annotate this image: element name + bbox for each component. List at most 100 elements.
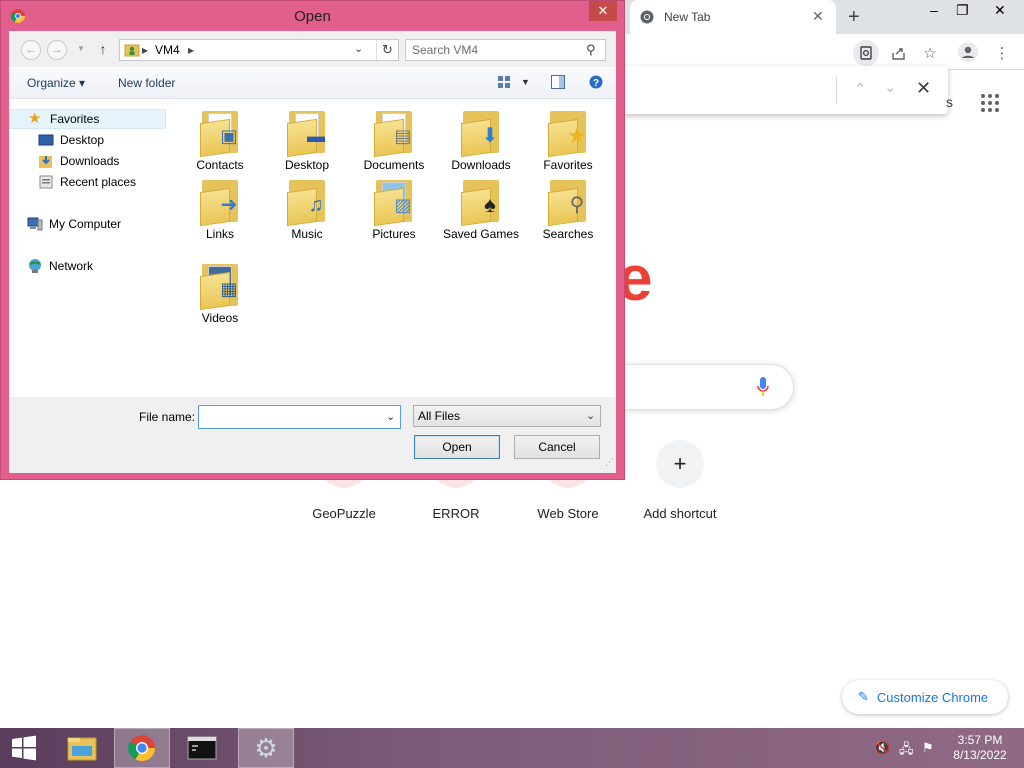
apps-link-fragment[interactable]: s: [946, 94, 953, 110]
nav-favorites-label: Favorites: [50, 112, 100, 126]
refresh-icon[interactable]: ↻: [376, 40, 398, 60]
file-type-select[interactable]: All Files ⌄: [413, 405, 601, 427]
forward-button[interactable]: →: [47, 40, 67, 60]
nav-desktop[interactable]: Desktop: [9, 130, 104, 150]
tab-close-icon[interactable]: ✕: [812, 8, 824, 25]
new-folder-button[interactable]: New folder: [118, 76, 175, 90]
file-name-combobox[interactable]: ⌄: [198, 405, 401, 429]
taskbar-command-prompt[interactable]: [174, 728, 230, 768]
file-type-dropdown-icon: ⌄: [586, 410, 596, 422]
folder-label: Desktop: [284, 158, 330, 172]
shortcut-label: Add shortcut: [643, 506, 717, 521]
file-name-dropdown-icon[interactable]: ⌄: [386, 410, 395, 423]
restore-button[interactable]: ❐: [956, 2, 969, 19]
dialog-title: Open: [294, 8, 331, 25]
cancel-button[interactable]: Cancel: [514, 435, 600, 459]
folder-item-contacts[interactable]: ▣ Contacts: [177, 109, 263, 173]
dialog-titlebar[interactable]: Open ✕: [1, 1, 624, 31]
up-arrow-icon[interactable]: ↑: [93, 40, 113, 60]
organize-chevron-icon: ▾: [79, 76, 86, 90]
customize-chrome-button[interactable]: ✎ Customize Chrome: [842, 680, 1008, 714]
videos-folder-icon: ▦: [200, 262, 240, 311]
organize-label: Organize: [27, 76, 76, 90]
customize-label: Customize Chrome: [876, 689, 989, 705]
contacts-folder-icon: ▣: [200, 109, 240, 158]
recent-locations-chevron-icon[interactable]: ▼: [71, 40, 91, 60]
change-view-icon[interactable]: [497, 75, 511, 89]
start-button[interactable]: [0, 728, 48, 768]
close-window-button[interactable]: ✕: [994, 2, 1006, 19]
minimize-button[interactable]: –: [930, 2, 938, 18]
find-close-icon[interactable]: ✕: [916, 78, 931, 99]
resize-grip-icon[interactable]: ⋰: [605, 457, 615, 467]
tab-title: New Tab: [664, 10, 711, 24]
folder-item-favorites[interactable]: ★ Favorites: [525, 109, 611, 173]
plus-icon: +: [656, 440, 704, 488]
downloads-folder-icon: ⬇: [461, 109, 501, 158]
favorites-star-icon: ★: [28, 110, 42, 127]
saved-games-folder-icon: ♠: [461, 178, 501, 227]
folder-item-desktop[interactable]: ▬ Desktop: [264, 109, 350, 173]
pencil-icon: ✎: [858, 689, 869, 704]
profile-avatar-icon[interactable]: [958, 42, 978, 62]
nav-recent-places[interactable]: Recent places: [9, 172, 136, 192]
find-bar: ⌃ ⌄ ✕: [620, 66, 948, 114]
pictures-folder-icon: ▨: [374, 178, 414, 227]
folder-label: Searches: [542, 227, 594, 241]
file-name-input[interactable]: [199, 406, 379, 428]
folder-label: Pictures: [372, 227, 416, 241]
add-shortcut-tile[interactable]: + Add shortcut: [624, 440, 736, 521]
folder-item-music[interactable]: ♫ Music: [264, 178, 350, 242]
address-bar[interactable]: ▸ VM4 ▸ ⌄ ↻: [119, 39, 399, 61]
folder-item-documents[interactable]: ▤ Documents: [351, 109, 437, 173]
back-button[interactable]: ←: [21, 40, 41, 60]
share-icon[interactable]: [888, 43, 908, 63]
taskbar-file-explorer[interactable]: [54, 728, 110, 768]
find-next-icon[interactable]: ⌄: [884, 78, 897, 96]
nav-network[interactable]: Network: [9, 256, 93, 276]
nav-my-computer[interactable]: My Computer: [9, 214, 121, 234]
dialog-close-button[interactable]: ✕: [589, 1, 617, 21]
chrome-tab-new-tab[interactable]: New Tab ✕: [630, 0, 836, 34]
nav-favorites[interactable]: ★ Favorites: [9, 109, 166, 129]
nav-computer-label: My Computer: [49, 217, 122, 231]
volume-muted-icon[interactable]: 🔇: [874, 740, 890, 756]
nav-desktop-label: Desktop: [60, 133, 105, 147]
new-tab-button[interactable]: +: [848, 6, 860, 29]
breadcrumb-chevron-icon[interactable]: ▸: [188, 43, 194, 57]
google-apps-icon[interactable]: [981, 94, 999, 112]
view-options-chevron-icon[interactable]: ▼: [521, 77, 530, 87]
file-name-pane: File name: ⌄ All Files ⌄ Open Cancel ⋰: [9, 397, 616, 473]
address-dropdown-icon[interactable]: ⌄: [354, 42, 363, 55]
breadcrumb-vm4[interactable]: VM4: [155, 43, 180, 57]
file-type-value: All Files: [418, 409, 461, 423]
search-field[interactable]: ⚲: [405, 39, 606, 61]
desktop-folder-icon: ▬: [287, 109, 327, 158]
folder-item-links[interactable]: ➜ Links: [177, 178, 263, 242]
folder-item-saved-games[interactable]: ♠ Saved Games: [438, 178, 524, 242]
preview-pane-icon[interactable]: [551, 75, 565, 89]
folder-item-pictures[interactable]: ▨ Pictures: [351, 178, 437, 242]
folder-item-downloads[interactable]: ⬇ Downloads: [438, 109, 524, 173]
chrome-menu-icon[interactable]: ⋮: [992, 43, 1012, 63]
help-icon[interactable]: ?: [589, 75, 603, 89]
bookmark-star-icon[interactable]: ☆: [920, 43, 940, 63]
folder-item-videos[interactable]: ▦ Videos: [177, 262, 263, 326]
shortcut-label: ERROR: [432, 506, 480, 521]
voice-search-icon[interactable]: [757, 377, 769, 397]
nav-downloads[interactable]: Downloads: [9, 151, 119, 171]
network-tray-icon[interactable]: 🖧: [899, 740, 915, 756]
taskbar-settings[interactable]: ⚙: [238, 728, 294, 768]
taskbar-clock[interactable]: 3:57 PM 8/13/2022: [948, 733, 1012, 763]
find-previous-icon[interactable]: ⌃: [854, 80, 867, 98]
recent-places-icon: [39, 175, 53, 189]
action-center-flag-icon[interactable]: ⚑: [922, 740, 938, 756]
organize-menu[interactable]: Organize ▾: [27, 76, 85, 90]
windows-logo-icon: [12, 735, 36, 761]
taskbar-chrome[interactable]: [114, 728, 170, 768]
find-in-page-icon[interactable]: [853, 40, 879, 66]
nav-recent-label: Recent places: [60, 175, 137, 189]
folder-item-searches[interactable]: ⚲ Searches: [525, 178, 611, 242]
open-button[interactable]: Open: [414, 435, 500, 459]
search-input[interactable]: [406, 40, 576, 60]
